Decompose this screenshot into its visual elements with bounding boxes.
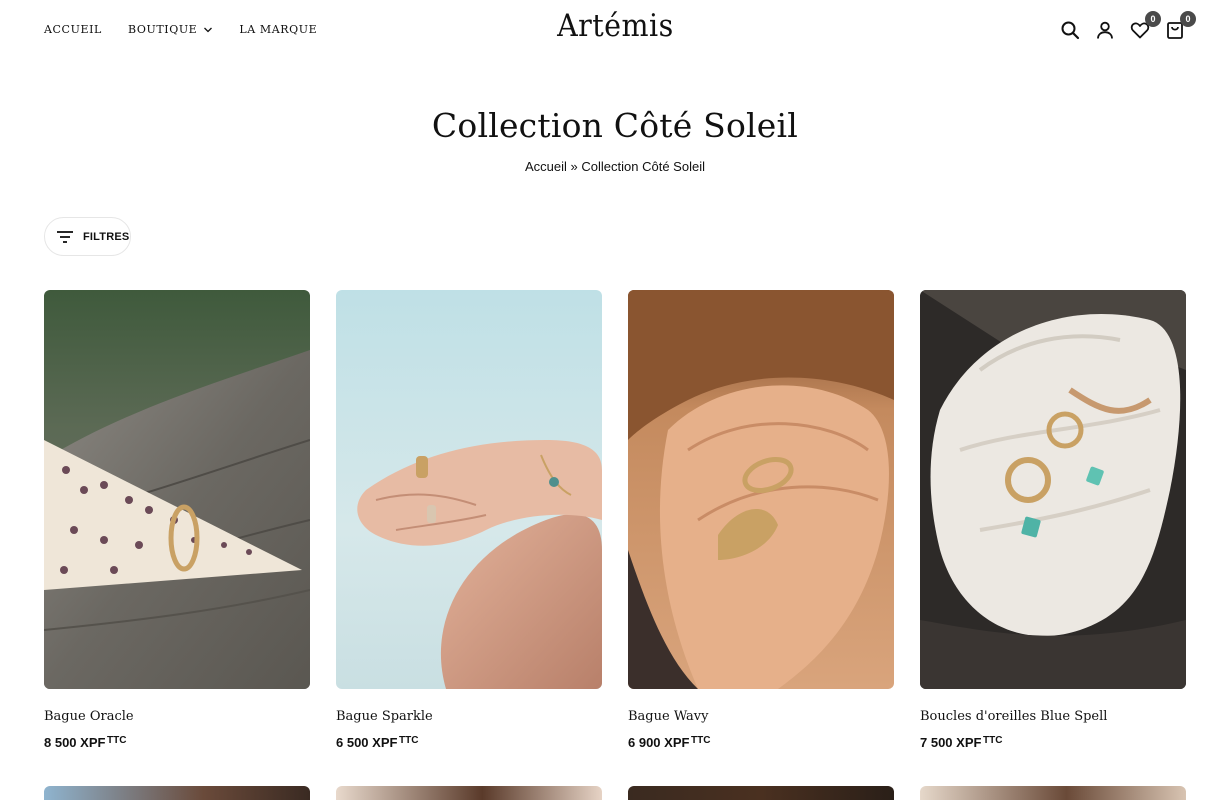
product-image[interactable] — [920, 786, 1186, 800]
cart-count-badge: 0 — [1180, 11, 1196, 27]
ring-on-shell-photo — [44, 290, 310, 689]
filters-label: FILTRES — [83, 230, 130, 243]
product-card: Bague Sparkle 6 500 XPF TTC — [336, 290, 602, 750]
product-price: 6 900 XPF — [628, 735, 690, 750]
product-image[interactable] — [628, 786, 894, 800]
product-card: Bague Wavy 6 900 XPF TTC — [628, 290, 894, 750]
filters-button[interactable]: FILTRES — [44, 217, 131, 256]
product-image[interactable] — [628, 290, 894, 689]
hands-with-rings-photo — [336, 290, 602, 689]
breadcrumb: Accueil » Collection Côté Soleil — [0, 159, 1230, 174]
brand-logo-text: Artémis — [556, 8, 674, 44]
product-tax-label: TTC — [107, 735, 127, 746]
site-header: ACCUEIL BOUTIQUE LA MARQUE Artémis 0 0 — [0, 0, 1230, 62]
product-tax-label: TTC — [983, 735, 1003, 746]
product-name[interactable]: Bague Sparkle — [336, 709, 433, 724]
account-button[interactable] — [1094, 19, 1116, 41]
wishlist-count-badge: 0 — [1145, 11, 1161, 27]
breadcrumb-current: Collection Côté Soleil — [581, 159, 705, 174]
product-price: 7 500 XPF — [920, 735, 982, 750]
breadcrumb-separator: » — [570, 159, 578, 174]
search-icon — [1061, 21, 1080, 40]
product-tax-label: TTC — [399, 735, 419, 746]
breadcrumb-home-link[interactable]: Accueil — [525, 159, 567, 174]
hand-with-rings-photo — [628, 290, 894, 689]
product-name[interactable]: Boucles d'oreilles Blue Spell — [920, 709, 1107, 724]
filter-icon — [57, 230, 73, 243]
page-title: Collection Côté Soleil — [431, 106, 799, 145]
earrings-on-shell-photo — [920, 290, 1186, 689]
header-icons: 0 0 — [1046, 11, 1196, 41]
wishlist-button[interactable]: 0 — [1129, 11, 1161, 41]
product-name[interactable]: Bague Wavy — [628, 709, 709, 724]
cart-button[interactable]: 0 — [1164, 11, 1196, 41]
product-image[interactable] — [336, 786, 602, 800]
product-image[interactable] — [44, 290, 310, 689]
search-button[interactable] — [1059, 19, 1081, 41]
product-name[interactable]: Bague Oracle — [44, 709, 134, 724]
product-image[interactable] — [920, 290, 1186, 689]
user-icon — [1097, 21, 1113, 39]
product-price: 8 500 XPF — [44, 735, 106, 750]
product-tax-label: TTC — [691, 735, 711, 746]
product-card: Bague Oracle 8 500 XPF TTC — [44, 290, 310, 750]
product-price: 6 500 XPF — [336, 735, 398, 750]
product-image[interactable] — [336, 290, 602, 689]
product-card: Boucles d'oreilles Blue Spell 7 500 XPF … — [920, 290, 1186, 750]
product-image[interactable] — [44, 786, 310, 800]
